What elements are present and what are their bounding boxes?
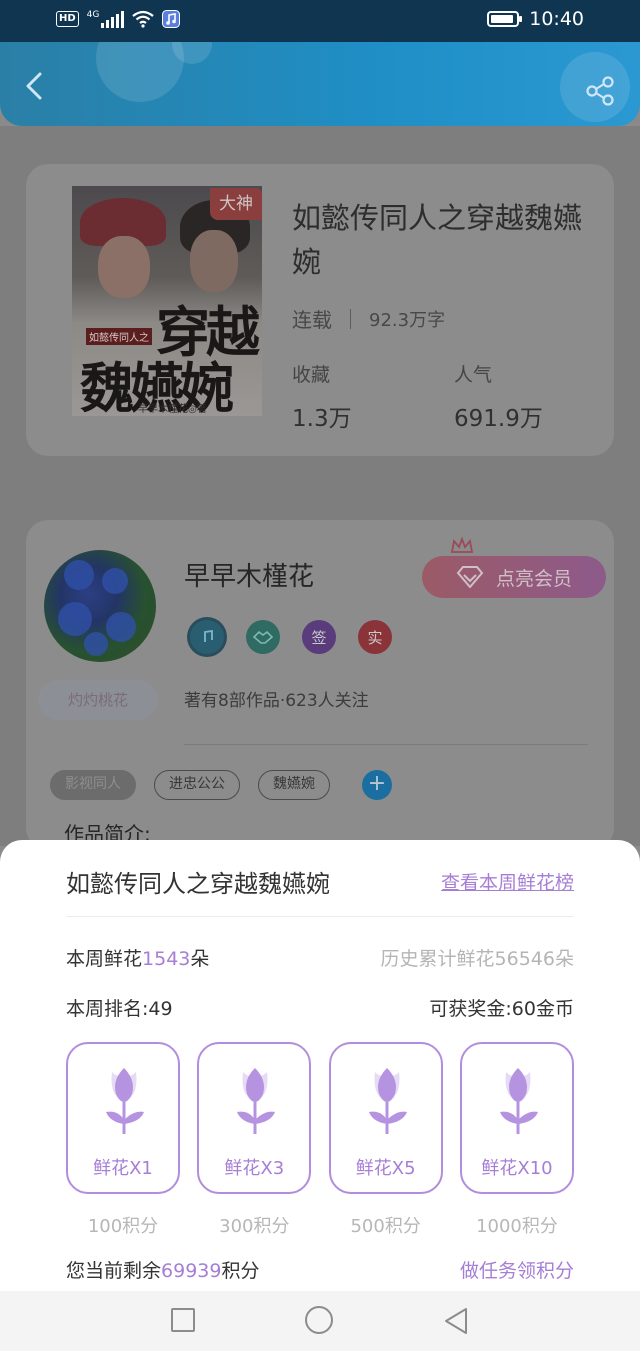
weekly-flower-rank-link[interactable]: 查看本周鲜花榜 — [441, 868, 574, 895]
divider — [66, 916, 574, 917]
flower-option[interactable]: 鲜花X5 500积分 — [328, 1042, 443, 1238]
week-flowers-count: 1543 — [142, 948, 191, 970]
decor-bubble — [96, 42, 184, 102]
serial-status: 连载 — [292, 308, 332, 332]
flower-option[interactable]: 鲜花X10 1000积分 — [459, 1042, 574, 1238]
flower-option-label: 鲜花X3 — [224, 1158, 285, 1179]
book-status-row: 连载 92.3万字 — [292, 304, 445, 333]
tag-item[interactable]: 影视同人 — [50, 770, 136, 800]
book-info-card: 穿越 魏嬿婉 如懿传同人之 早早木槿花◎著 大神 如懿传同人之穿越魏嬿婉 连载 … — [26, 164, 614, 456]
rank-reward-row: 本周排名:49 可获奖金:60金币 — [66, 994, 574, 1021]
signed-badge[interactable]: 签 — [302, 620, 336, 654]
back-button[interactable] — [20, 66, 50, 106]
favorites-stat: 收藏 1.3万 — [292, 360, 352, 433]
flower-option-label: 鲜花X1 — [93, 1158, 153, 1179]
home-button[interactable] — [305, 1306, 333, 1334]
favorites-label: 收藏 — [292, 364, 331, 386]
author-name[interactable]: 早早木槿花 — [184, 556, 314, 593]
tulip-icon — [499, 1068, 538, 1134]
flower-option[interactable]: 鲜花X1 100积分 — [66, 1042, 180, 1238]
send-flowers-sheet: 如懿传同人之穿越魏嬿婉 查看本周鲜花榜 本周鲜花1543朵 历史累计鲜花5654… — [0, 840, 640, 1291]
dashen-badge: 大神 — [210, 188, 262, 220]
cover-author: 早早木槿花◎著 — [138, 404, 207, 415]
tag-list: 影视同人 进忠公公 魏嬿婉 + — [50, 770, 392, 800]
flower-stats-row: 本周鲜花1543朵 历史累计鲜花56546朵 — [66, 944, 574, 971]
flower-option-price: 1000积分 — [476, 1216, 558, 1237]
author-badges: 签 实 — [190, 620, 392, 654]
reward: 可获奖金:60金币 — [429, 998, 574, 1020]
add-tag-button[interactable]: + — [362, 770, 392, 800]
book-cover[interactable]: 穿越 魏嬿婉 如懿传同人之 早早木槿花◎著 — [72, 186, 262, 416]
tag-item[interactable]: 进忠公公 — [154, 770, 240, 800]
tulip-icon — [368, 1068, 407, 1134]
popularity-value: 691.9万 — [454, 406, 543, 432]
popularity-stat: 人气 691.9万 — [454, 360, 543, 433]
vip-button[interactable]: 点亮会员 — [422, 556, 606, 598]
share-button[interactable] — [584, 74, 618, 108]
network-type: 4G — [86, 10, 100, 20]
status-bar: HD 4G 10:40 — [0, 0, 640, 42]
total-flowers: 历史累计鲜花56546朵 — [380, 948, 574, 970]
flower-option-price: 500积分 — [350, 1216, 421, 1237]
wifi-icon — [132, 10, 155, 28]
tulip-icon — [237, 1068, 276, 1134]
earn-points-link[interactable]: 做任务领积分 — [460, 1256, 574, 1283]
points-balance: 您当前剩余69939积分 — [66, 1260, 260, 1282]
flower-option-price: 100积分 — [87, 1216, 159, 1237]
nav-back-button[interactable] — [442, 1306, 470, 1336]
flower-option[interactable]: 鲜花X3 300积分 — [197, 1042, 312, 1238]
flower-option-card[interactable]: 鲜花X1 — [66, 1042, 180, 1194]
flower-option-card[interactable]: 鲜花X10 — [459, 1042, 574, 1194]
flower-option-label: 鲜花X10 — [481, 1158, 553, 1179]
recent-apps-button[interactable] — [171, 1308, 195, 1332]
flower-option-card[interactable]: 鲜花X5 — [328, 1042, 443, 1194]
tag-item[interactable]: 魏嬿婉 — [258, 770, 330, 800]
popularity-label: 人气 — [454, 364, 493, 386]
flower-option-price: 300积分 — [219, 1216, 290, 1237]
flower-option-card[interactable]: 鲜花X3 — [197, 1042, 312, 1194]
signal-icon — [101, 10, 125, 28]
battery-icon — [487, 11, 523, 27]
sheet-title: 如懿传同人之穿越魏嬿婉 — [66, 870, 330, 898]
verified-badge[interactable]: 实 — [358, 620, 392, 654]
book-detail-page: 穿越 魏嬿婉 如懿传同人之 早早木槿花◎著 大神 如懿传同人之穿越魏嬿婉 连载 … — [0, 126, 640, 850]
vip-button-label: 点亮会员 — [495, 567, 572, 590]
diamond-icon — [456, 566, 484, 588]
hd-indicator: HD — [56, 11, 79, 27]
word-count: 92.3万字 — [369, 309, 446, 331]
clock: 10:40 — [529, 8, 584, 30]
music-app-icon — [162, 10, 181, 28]
week-rank: 本周排名:49 — [66, 998, 173, 1020]
week-flowers: 本周鲜花1543朵 — [66, 948, 210, 970]
status-icons-right: 10:40 — [487, 8, 584, 30]
author-meta: 著有8部作品·623人关注 — [184, 691, 369, 711]
balance-row: 您当前剩余69939积分 做任务领积分 — [66, 1256, 574, 1283]
crown-icon — [450, 536, 474, 553]
favorites-value: 1.3万 — [292, 406, 352, 432]
music-badge-icon[interactable] — [190, 620, 224, 654]
points-balance-value: 69939 — [161, 1260, 222, 1282]
cover-subtitle: 如懿传同人之 — [86, 328, 152, 345]
book-title: 如懿传同人之穿越魏嬿婉 — [292, 201, 583, 279]
handshake-badge-icon[interactable] — [246, 620, 280, 654]
system-nav-bar — [0, 1291, 640, 1351]
author-card: 灼灼桃花 早早木槿花 点亮会员 签 实 著有8部作品·623人关注 影视同人 进… — [26, 520, 614, 850]
author-avatar[interactable] — [44, 550, 156, 662]
divider — [350, 308, 351, 329]
tulip-icon — [106, 1068, 144, 1134]
cover-title-line1: 穿越 — [156, 300, 260, 364]
top-header — [0, 42, 640, 126]
nickname-badge: 灼灼桃花 — [38, 680, 158, 720]
flower-options: 鲜花X1 100积分 鲜花X3 300积分 鲜花X5 500积分 鲜花X10 1… — [66, 1042, 574, 1238]
status-icons-left: HD 4G — [56, 10, 181, 28]
flower-option-label: 鲜花X5 — [355, 1158, 416, 1179]
divider — [184, 744, 588, 745]
